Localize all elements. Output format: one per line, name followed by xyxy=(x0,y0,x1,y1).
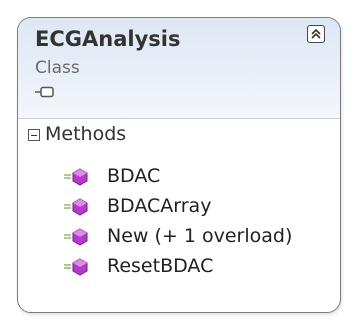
member-label: ResetBDAC xyxy=(107,255,214,277)
collapse-button[interactable] xyxy=(307,25,325,43)
method-icon xyxy=(64,198,88,216)
member-row[interactable]: ResetBDAC xyxy=(18,253,340,283)
inheritance-icon xyxy=(35,86,54,98)
methods-section-header[interactable]: Methods xyxy=(18,121,340,153)
member-row[interactable]: BDAC xyxy=(18,163,340,193)
member-label: BDAC xyxy=(107,165,161,187)
method-icon xyxy=(64,258,88,276)
section-title: Methods xyxy=(45,123,127,145)
method-icon xyxy=(64,228,88,246)
collapse-section-icon[interactable] xyxy=(28,129,40,141)
class-header: ECGAnalysis Class xyxy=(18,18,340,119)
member-row[interactable]: New (+ 1 overload) xyxy=(18,223,340,253)
chevron-double-up-icon xyxy=(311,28,321,39)
member-label: New (+ 1 overload) xyxy=(107,225,293,247)
member-row[interactable]: BDACArray xyxy=(18,193,340,223)
class-name: ECGAnalysis xyxy=(35,27,181,51)
member-label: BDACArray xyxy=(107,195,212,217)
class-kind: Class xyxy=(35,58,80,78)
method-icon xyxy=(64,168,88,186)
class-shape[interactable]: ECGAnalysis Class Methods BDAC BDACArray… xyxy=(17,17,341,313)
